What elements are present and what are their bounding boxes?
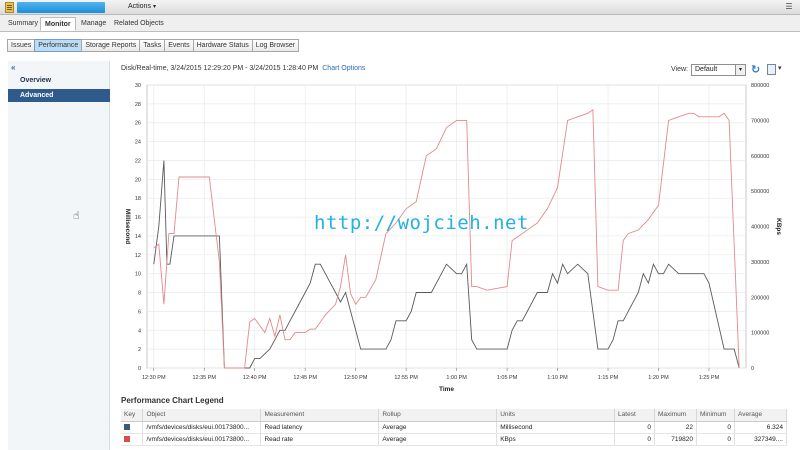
legend-measurement: Read rate — [260, 433, 380, 446]
y-tick-label-right: 500000 — [751, 189, 769, 195]
x-axis-label: Time — [439, 386, 454, 393]
legend-average: 6.324 — [734, 421, 788, 434]
y-tick-label-left: 10 — [135, 272, 141, 278]
y-axis-label-left: Millisecond — [124, 209, 131, 244]
y-tick-label-left: 2 — [138, 347, 141, 353]
x-tick-label: 1:20 PM — [648, 375, 669, 381]
performance-chart: 0246810121416182022242628300100000200000… — [124, 83, 782, 393]
x-tick-label: 12:50 PM — [344, 375, 368, 381]
col-object[interactable]: Object — [142, 409, 262, 422]
x-tick-label: 12:40 PM — [243, 375, 267, 381]
x-tick-label: 1:05 PM — [497, 375, 518, 381]
x-tick-label: 1:25 PM — [699, 375, 720, 381]
y-tick-label-left: 20 — [135, 177, 141, 183]
legend-header-row: Key Object Measurement Rollup Units Late… — [121, 409, 788, 422]
watermark: http://wojcieh.net — [314, 212, 529, 234]
y-tick-label-left: 30 — [135, 83, 141, 89]
series-color-swatch — [124, 435, 130, 442]
y-tick-label-left: 8 — [138, 291, 141, 297]
x-tick-label: 12:30 PM — [142, 375, 166, 381]
y-tick-label-left: 0 — [138, 366, 141, 372]
legend-average: 327349.... — [734, 433, 788, 446]
col-average[interactable]: Average — [734, 409, 788, 422]
y-tick-label-right: 100000 — [751, 331, 769, 337]
y-tick-label-left: 6 — [138, 309, 141, 315]
col-maximum[interactable]: Maximum — [654, 409, 697, 422]
series-color-swatch — [124, 423, 130, 430]
x-tick-label: 1:15 PM — [598, 375, 619, 381]
y-tick-label-right: 700000 — [751, 118, 769, 124]
x-tick-label: 12:55 PM — [394, 375, 418, 381]
col-units[interactable]: Units — [496, 409, 616, 422]
x-tick-label: 12:45 PM — [293, 375, 317, 381]
legend-minimum: 0 — [696, 421, 735, 434]
legend-table: Key Object Measurement Rollup Units Late… — [121, 409, 788, 446]
legend-maximum: 719820 — [654, 433, 697, 446]
y-tick-label-left: 28 — [135, 102, 141, 108]
legend-row[interactable]: /vmfs/devices/disks/eui.00173800... Read… — [121, 433, 788, 446]
y-tick-label-left: 22 — [135, 158, 141, 164]
col-key[interactable]: Key — [121, 409, 144, 422]
y-tick-label-right: 400000 — [751, 225, 769, 231]
col-rollup[interactable]: Rollup — [378, 409, 498, 422]
legend-latest: 0 — [614, 433, 656, 446]
y-tick-label-right: 600000 — [751, 154, 769, 160]
legend-measurement: Read latency — [260, 421, 380, 434]
legend-units: KBps — [496, 433, 616, 446]
col-minimum[interactable]: Minimum — [696, 409, 735, 422]
y-tick-label-left: 4 — [138, 328, 141, 334]
y-tick-label-right: 300000 — [751, 260, 769, 266]
y-tick-label-left: 14 — [135, 234, 141, 240]
x-tick-label: 1:00 PM — [446, 375, 467, 381]
y-tick-label-left: 24 — [135, 140, 141, 146]
legend-rollup: Average — [378, 433, 498, 446]
y-tick-label-left: 26 — [135, 121, 141, 127]
col-latest[interactable]: Latest — [614, 409, 656, 422]
legend-latest: 0 — [614, 421, 656, 434]
legend-key[interactable] — [121, 421, 144, 434]
y-tick-label-right: 800000 — [751, 83, 769, 89]
x-tick-label: 12:35 PM — [192, 375, 216, 381]
legend-units: Millisecond — [496, 421, 616, 434]
y-tick-label-right: 200000 — [751, 295, 769, 301]
y-tick-label-left: 18 — [135, 196, 141, 202]
y-tick-label-right: 0 — [751, 366, 754, 372]
y-tick-label-left: 16 — [135, 215, 141, 221]
legend-key[interactable] — [121, 433, 144, 446]
x-tick-label: 1:10 PM — [547, 375, 568, 381]
legend-row[interactable]: /vmfs/devices/disks/eui.00173800... Read… — [121, 421, 788, 434]
legend-minimum: 0 — [696, 433, 735, 446]
legend-object: /vmfs/devices/disks/eui.00173800... — [142, 433, 262, 446]
legend-object: /vmfs/devices/disks/eui.00173800... — [142, 421, 262, 434]
y-axis-label-right: KBps — [775, 218, 782, 235]
legend-rollup: Average — [378, 421, 498, 434]
col-measurement[interactable]: Measurement — [260, 409, 380, 422]
legend-title: Performance Chart Legend — [121, 396, 224, 405]
legend-maximum: 22 — [654, 421, 697, 434]
y-tick-label-left: 12 — [135, 253, 141, 259]
